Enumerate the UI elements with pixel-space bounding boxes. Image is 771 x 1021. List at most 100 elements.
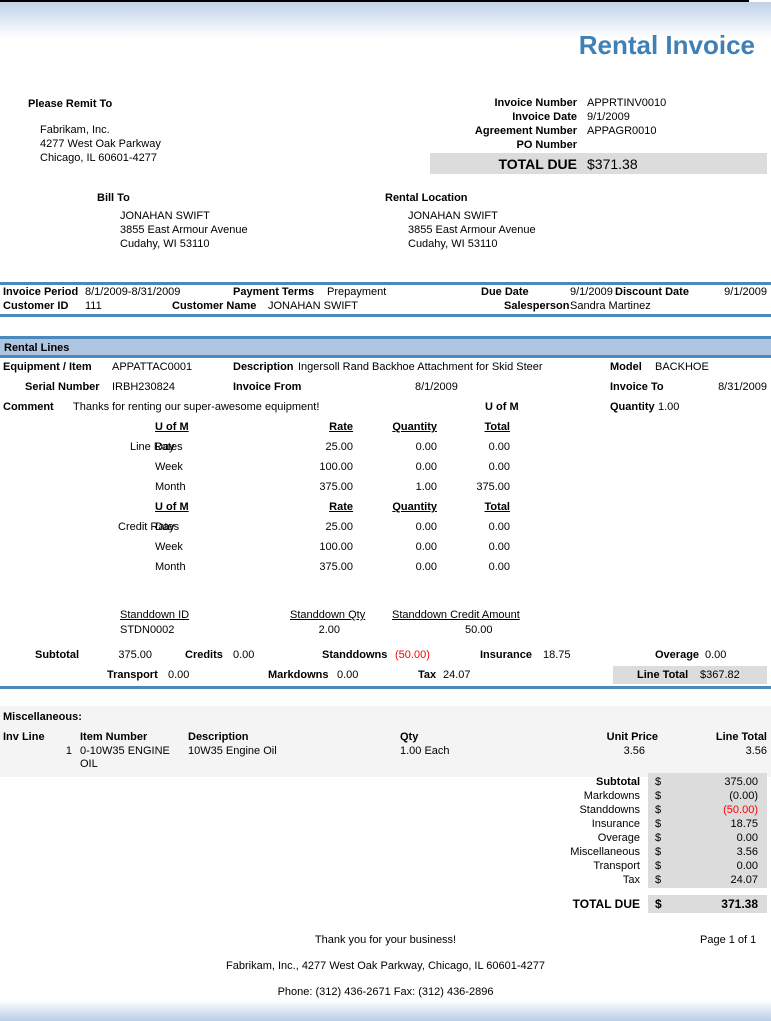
line-rate-rate: 25.00 (283, 441, 353, 453)
misc-row-description: 10W35 Engine Oil (188, 745, 277, 757)
line-rate-uom: Week (155, 461, 183, 473)
bill-to-street: 3855 East Armour Avenue (120, 224, 248, 236)
credit-rate-rate: 25.00 (283, 521, 353, 533)
credit-rate-qty: 0.00 (367, 561, 437, 573)
credit-rate-uom: Week (155, 541, 183, 553)
page-number: Page 1 of 1 (700, 934, 756, 946)
invoice-period-label: Invoice Period (3, 286, 78, 298)
comment-label: Comment (3, 401, 54, 413)
rental-invoice-page: Rental Invoice Please Remit To Fabrikam,… (0, 0, 771, 1021)
misc-row-unit-price: 3.56 (575, 745, 645, 757)
totals-value: 18.75 (660, 818, 758, 830)
totals-value: 0.00 (660, 832, 758, 844)
line-rates-col-quantity: Quantity (367, 421, 437, 433)
customer-id-value: 111 (85, 300, 102, 312)
credit-rates-col-rate: Rate (283, 501, 353, 513)
totals-label: Transport (440, 860, 640, 872)
invoice-to-label: Invoice To (610, 381, 664, 393)
description-label: Description (233, 361, 294, 373)
standdown-qty-value: 2.00 (280, 624, 340, 636)
line-rate-qty: 1.00 (367, 481, 437, 493)
remit-street: 4277 West Oak Parkway (40, 138, 161, 150)
misc-col-inv-line: Inv Line (3, 731, 45, 743)
credit-rates-col-quantity: Quantity (367, 501, 437, 513)
invoice-to-value: 8/31/2009 (687, 381, 767, 393)
line-transport-value: 0.00 (168, 669, 189, 681)
totals-label: Tax (440, 874, 640, 886)
line-rate-qty: 0.00 (367, 441, 437, 453)
period-band-top-rule (0, 282, 771, 285)
customer-id-label: Customer ID (3, 300, 68, 312)
rental-location-name: JONAHAN SWIFT (408, 210, 498, 222)
agreement-number-value: APPAGR0010 (587, 125, 657, 137)
salesperson-label: Salesperson (504, 300, 569, 312)
credit-rates-col-total: Total (440, 501, 510, 513)
standdown-id-header: Standdown ID (120, 609, 189, 621)
serial-number-value: IRBH230824 (112, 381, 175, 393)
line-rate-rate: 100.00 (283, 461, 353, 473)
total-due-top-value: $371.38 (587, 156, 638, 172)
model-value: BACKHOE (655, 361, 709, 373)
line-markdowns-label: Markdowns (268, 669, 329, 681)
line-rate-total: 375.00 (440, 481, 510, 493)
total-due-top-band: TOTAL DUE $371.38 (430, 153, 767, 174)
totals-value: 375.00 (660, 776, 758, 788)
totals-label: Standdowns (440, 804, 640, 816)
invoice-date-value: 9/1/2009 (587, 111, 630, 123)
totals-label: Overage (440, 832, 640, 844)
credit-rate-rate: 100.00 (283, 541, 353, 553)
line-standdowns-label: Standdowns (322, 649, 387, 661)
remit-company: Fabrikam, Inc. (40, 124, 110, 136)
line-markdowns-value: 0.00 (337, 669, 358, 681)
bill-to-city: Cudahy, WI 53110 (120, 238, 209, 250)
comment-value: Thanks for renting our super-awesome equ… (73, 401, 319, 413)
credit-rate-qty: 0.00 (367, 541, 437, 553)
line-tax-label: Tax (418, 669, 436, 681)
footer-thanks: Thank you for your business! (0, 934, 771, 946)
misc-col-item-number: Item Number (80, 731, 147, 743)
line-rate-total: 0.00 (440, 461, 510, 473)
invoice-period-value: 8/1/2009-8/31/2009 (85, 286, 180, 298)
grand-total-due-value: 371.38 (660, 897, 758, 911)
credit-rate-total: 0.00 (440, 521, 510, 533)
totals-label: Markdowns (440, 790, 640, 802)
totals-value: 24.07 (660, 874, 758, 886)
total-due-top-label: TOTAL DUE (430, 156, 577, 172)
invoice-number-label: Invoice Number (400, 97, 577, 109)
credit-rate-total: 0.00 (440, 541, 510, 553)
misc-col-unit-price: Unit Price (588, 731, 658, 743)
agreement-number-label: Agreement Number (400, 125, 577, 137)
equipment-item-value: APPATTAC0001 (112, 361, 192, 373)
discount-date-value: 9/1/2009 (687, 286, 767, 298)
remit-city: Chicago, IL 60601-4277 (40, 152, 157, 164)
line-credits-value: 0.00 (233, 649, 254, 661)
line-subtotal-label: Subtotal (35, 649, 79, 661)
standdown-qty-header: Standdown Qty (290, 609, 365, 621)
serial-number-label: Serial Number (25, 381, 100, 393)
credit-rate-rate: 375.00 (283, 561, 353, 573)
quantity-header-label: Quantity (610, 401, 655, 413)
totals-label: Insurance (440, 818, 640, 830)
line-transport-label: Transport (107, 669, 158, 681)
salesperson-value: Sandra Martinez (570, 300, 651, 312)
line-total-label: Line Total (637, 669, 688, 681)
rental-location-heading: Rental Location (385, 192, 468, 204)
payment-terms-label: Payment Terms (233, 286, 314, 298)
misc-section-title: Miscellaneous: (3, 711, 82, 723)
customer-name-value: JONAHAN SWIFT (268, 300, 358, 312)
line-rate-total: 0.00 (440, 441, 510, 453)
footer-phone-fax: Phone: (312) 436-2671 Fax: (312) 436-289… (0, 986, 771, 998)
description-value: Ingersoll Rand Backhoe Attachment for Sk… (298, 361, 543, 373)
line-rates-col-total: Total (440, 421, 510, 433)
line-overage-label: Overage (655, 649, 699, 661)
model-label: Model (610, 361, 642, 373)
quantity-header-value: 1.00 (658, 401, 679, 413)
line-rate-rate: 375.00 (283, 481, 353, 493)
po-number-label: PO Number (400, 139, 577, 151)
credit-rate-qty: 0.00 (367, 521, 437, 533)
bill-to-name: JONAHAN SWIFT (120, 210, 210, 222)
customer-name-label: Customer Name (172, 300, 256, 312)
line-rates-col-rate: Rate (283, 421, 353, 433)
equipment-item-label: Equipment / Item (3, 361, 92, 373)
period-band-bottom-rule (0, 314, 771, 317)
